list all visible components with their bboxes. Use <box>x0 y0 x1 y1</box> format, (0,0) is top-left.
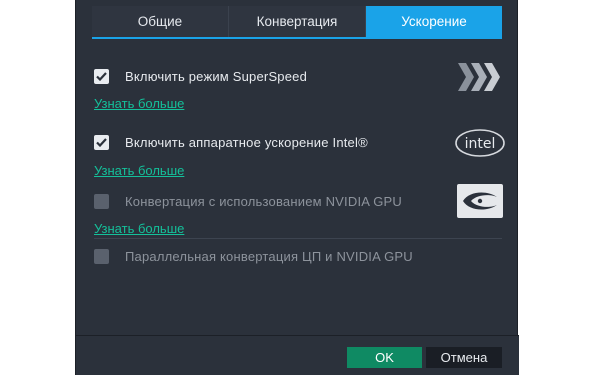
checkmark-icon <box>96 138 107 147</box>
nvidia-gpu-checkbox[interactable] <box>94 194 109 209</box>
nvidia-gpu-label: Конвертация с использованием NVIDIA GPU <box>125 194 402 209</box>
superspeed-chevrons-icon <box>458 63 500 91</box>
parallel-conversion-label: Параллельная конвертация ЦП и NVIDIA GPU <box>125 249 413 264</box>
intel-learn-more-link[interactable]: Узнать больше <box>94 163 184 178</box>
cancel-button[interactable]: Отмена <box>426 347 502 368</box>
checkmark-icon <box>96 72 107 81</box>
intel-acceleration-checkbox[interactable] <box>94 135 109 150</box>
intel-logo-icon: intel <box>455 129 505 157</box>
intel-acceleration-label: Включить аппаратное ускорение Intel® <box>125 135 368 150</box>
superspeed-option[interactable]: Включить режим SuperSpeed <box>94 69 307 84</box>
nvidia-learn-more-link[interactable]: Узнать больше <box>94 221 184 236</box>
intel-logo-text: intel <box>465 136 496 152</box>
parallel-conversion-checkbox[interactable] <box>94 249 109 264</box>
nvidia-logo-icon <box>457 184 503 218</box>
dialog-button-bar: OK Отмена <box>76 335 519 375</box>
ok-button[interactable]: OK <box>347 347 422 368</box>
acceleration-panel: Включить режим SuperSpeed Узнать больше … <box>76 39 519 335</box>
tab-acceleration[interactable]: Ускорение <box>366 6 502 37</box>
parallel-conversion-option[interactable]: Параллельная конвертация ЦП и NVIDIA GPU <box>94 249 413 264</box>
intel-acceleration-option[interactable]: Включить аппаратное ускорение Intel® <box>94 135 368 150</box>
superspeed-learn-more-link[interactable]: Узнать больше <box>94 96 184 111</box>
tab-general[interactable]: Общие <box>92 6 229 37</box>
settings-tabs: Общие Конвертация Ускорение <box>92 6 502 39</box>
superspeed-label: Включить режим SuperSpeed <box>125 69 308 84</box>
superspeed-checkbox[interactable] <box>94 69 109 84</box>
acceleration-settings-dialog: Общие Конвертация Ускорение Включить реж… <box>75 0 519 375</box>
tab-conversion[interactable]: Конвертация <box>229 6 366 37</box>
options-divider <box>94 238 502 239</box>
nvidia-gpu-option[interactable]: Конвертация с использованием NVIDIA GPU <box>94 194 402 209</box>
